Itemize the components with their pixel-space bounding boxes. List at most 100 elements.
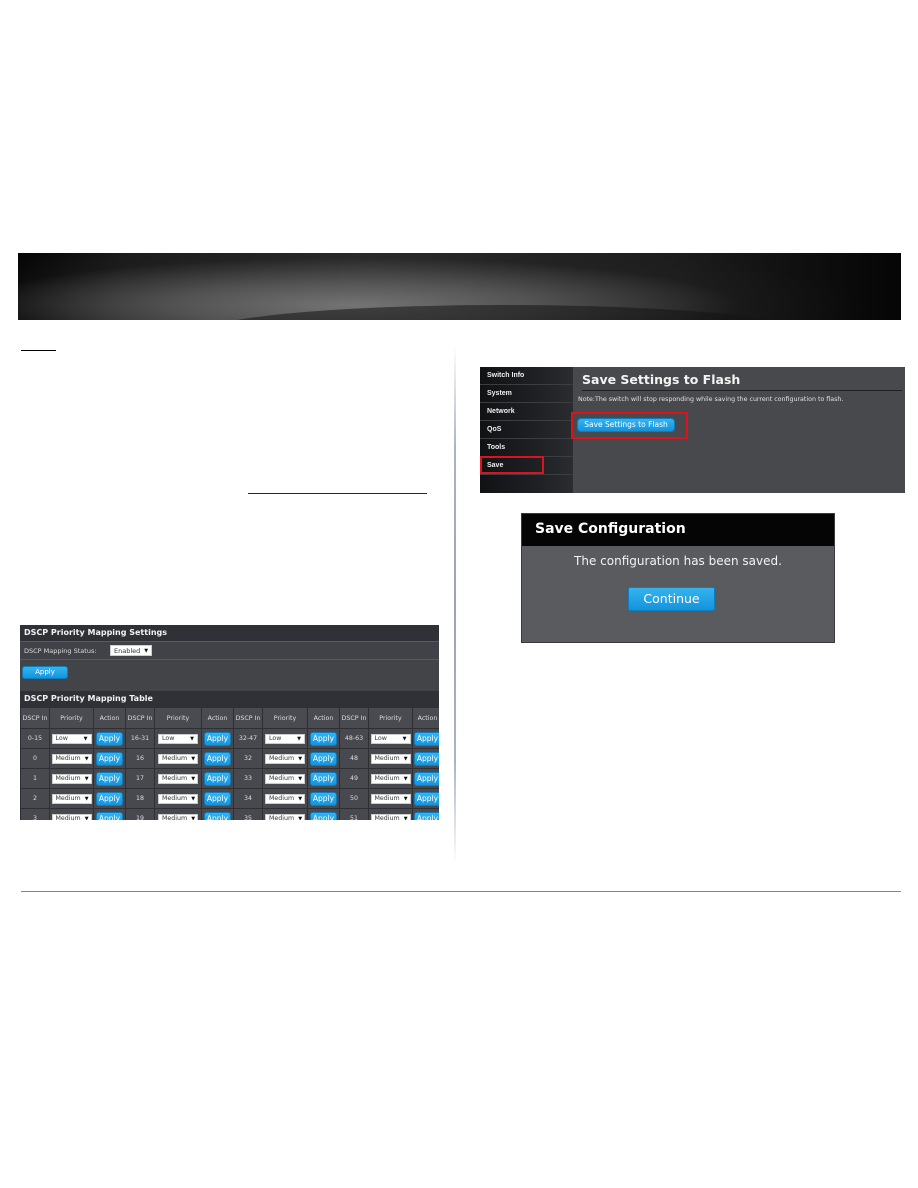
sidebar-item-system[interactable]: System — [480, 385, 573, 403]
row-apply-button[interactable]: Apply — [414, 811, 439, 820]
priority-cell: Medium ▼ — [262, 768, 308, 789]
action-cell: Apply — [93, 728, 126, 749]
priority-select[interactable]: Low ▼ — [370, 733, 411, 744]
row-apply-button[interactable]: Apply — [310, 771, 337, 786]
priority-cell: Medium ▼ — [154, 808, 202, 820]
column-header: DSCP In — [233, 707, 263, 729]
priority-select[interactable]: Medium ▼ — [158, 753, 198, 764]
row-apply-button[interactable]: Apply — [204, 771, 231, 786]
row-apply-button[interactable]: Apply — [310, 731, 337, 746]
dscp-in-cell: 49 — [339, 768, 369, 789]
row-apply-button[interactable]: Apply — [414, 731, 439, 746]
row-apply-button[interactable]: Apply — [96, 771, 123, 786]
priority-select[interactable]: Medium ▼ — [51, 773, 92, 784]
dscp-apply-button[interactable]: Apply — [22, 665, 68, 679]
priority-select[interactable]: Low ▼ — [265, 733, 305, 744]
priority-cell: Medium ▼ — [154, 748, 202, 769]
row-apply-button[interactable]: Apply — [96, 731, 123, 746]
continue-button[interactable]: Continue — [628, 587, 715, 611]
sidebar-item-qos[interactable]: QoS — [480, 421, 573, 439]
priority-select[interactable]: Medium ▼ — [265, 813, 305, 820]
dscp-in-cell: 34 — [233, 788, 263, 809]
action-cell: Apply — [412, 768, 439, 789]
column-header: DSCP In — [339, 707, 369, 729]
priority-value: Medium — [269, 775, 295, 782]
priority-select[interactable]: Low ▼ — [51, 733, 92, 744]
dropdown-arrow-icon: ▼ — [402, 735, 407, 742]
row-apply-button[interactable]: Apply — [414, 751, 439, 766]
save-settings-to-flash-button[interactable]: Save Settings to Flash — [577, 418, 675, 432]
priority-select[interactable]: Medium ▼ — [158, 813, 198, 820]
sidebar-item-network[interactable]: Network — [480, 403, 573, 421]
priority-cell: Medium ▼ — [49, 808, 94, 820]
priority-select[interactable]: Medium ▼ — [370, 793, 411, 804]
priority-value: Medium — [269, 755, 295, 762]
action-cell: Apply — [201, 768, 234, 789]
dscp-in-cell: 51 — [339, 808, 369, 820]
row-apply-button[interactable]: Apply — [96, 791, 123, 806]
row-apply-button[interactable]: Apply — [96, 751, 123, 766]
priority-select[interactable]: Low ▼ — [158, 733, 198, 744]
row-apply-button[interactable]: Apply — [310, 751, 337, 766]
priority-value: Low — [374, 735, 387, 742]
dscp-status-select[interactable]: Enabled ▼ — [110, 645, 152, 656]
priority-select[interactable]: Medium ▼ — [158, 793, 198, 804]
hyperlink-underline[interactable] — [248, 493, 427, 494]
row-apply-button[interactable]: Apply — [204, 811, 231, 820]
row-apply-button[interactable]: Apply — [310, 811, 337, 820]
column-header: DSCP In — [20, 707, 50, 729]
row-apply-button[interactable]: Apply — [204, 791, 231, 806]
priority-select[interactable]: Medium ▼ — [265, 773, 305, 784]
priority-value: Medium — [55, 815, 81, 820]
priority-cell: Medium ▼ — [154, 788, 202, 809]
priority-select[interactable]: Medium ▼ — [158, 773, 198, 784]
priority-select[interactable]: Medium ▼ — [51, 813, 92, 820]
action-cell: Apply — [307, 748, 340, 769]
priority-value: Medium — [162, 795, 188, 802]
dscp-in-cell: 17 — [125, 768, 155, 789]
priority-select[interactable]: Medium ▼ — [370, 813, 411, 820]
row-apply-button[interactable]: Apply — [414, 791, 439, 806]
priority-cell: Medium ▼ — [154, 768, 202, 789]
action-cell: Apply — [412, 728, 439, 749]
column-header: Action — [93, 707, 126, 729]
action-cell: Apply — [93, 808, 126, 820]
priority-select[interactable]: Medium ▼ — [51, 793, 92, 804]
save-button-highlight: Save Settings to Flash — [571, 412, 688, 439]
dscp-settings-title: DSCP Priority Mapping Settings — [20, 625, 439, 642]
priority-value: Low — [162, 735, 175, 742]
sidebar-item-switch-info[interactable]: Switch Info — [480, 367, 573, 385]
action-cell: Apply — [412, 808, 439, 820]
table-header-row: DSCP In Priority Action DSCP In Priority Acti… — [20, 707, 439, 729]
dropdown-arrow-icon: ▼ — [298, 755, 303, 762]
priority-select[interactable]: Medium ▼ — [265, 753, 305, 764]
priority-select[interactable]: Medium ▼ — [51, 753, 92, 764]
action-cell: Apply — [412, 788, 439, 809]
priority-select[interactable]: Medium ▼ — [265, 793, 305, 804]
row-apply-button[interactable]: Apply — [310, 791, 337, 806]
priority-cell: Low ▼ — [368, 728, 413, 749]
row-apply-button[interactable]: Apply — [204, 751, 231, 766]
priority-select[interactable]: Medium ▼ — [370, 773, 411, 784]
header-banner — [18, 253, 901, 320]
dscp-in-cell: 1 — [20, 768, 50, 789]
save-settings-title: Save Settings to Flash — [582, 372, 902, 391]
sidebar-item-tools[interactable]: Tools — [480, 439, 573, 457]
row-apply-button[interactable]: Apply — [414, 771, 439, 786]
dropdown-arrow-icon: ▼ — [298, 795, 303, 802]
priority-cell: Medium ▼ — [368, 768, 413, 789]
priority-cell: Medium ▼ — [262, 748, 308, 769]
sidebar-item-save[interactable]: Save — [480, 456, 573, 475]
priority-cell: Medium ▼ — [368, 788, 413, 809]
row-apply-button[interactable]: Apply — [204, 731, 231, 746]
switch-save-settings-panel: Switch Info System Network QoS Tools Save Sav… — [480, 367, 905, 493]
dropdown-arrow-icon: ▼ — [298, 775, 303, 782]
table-row: 3 Medium ▼ Apply 19 Medium ▼ Apply 35 Medium ▼ Appl… — [20, 808, 439, 820]
dropdown-arrow-icon: ▼ — [191, 755, 196, 762]
dscp-in-cell: 16 — [125, 748, 155, 769]
row-apply-button[interactable]: Apply — [96, 811, 123, 820]
table-row: 0 Medium ▼ Apply 16 Medium ▼ Apply 32 Medium ▼ Appl… — [20, 748, 439, 769]
dropdown-arrow-icon: ▼ — [297, 735, 301, 742]
priority-cell: Medium ▼ — [262, 808, 308, 820]
priority-select[interactable]: Medium ▼ — [370, 753, 411, 764]
